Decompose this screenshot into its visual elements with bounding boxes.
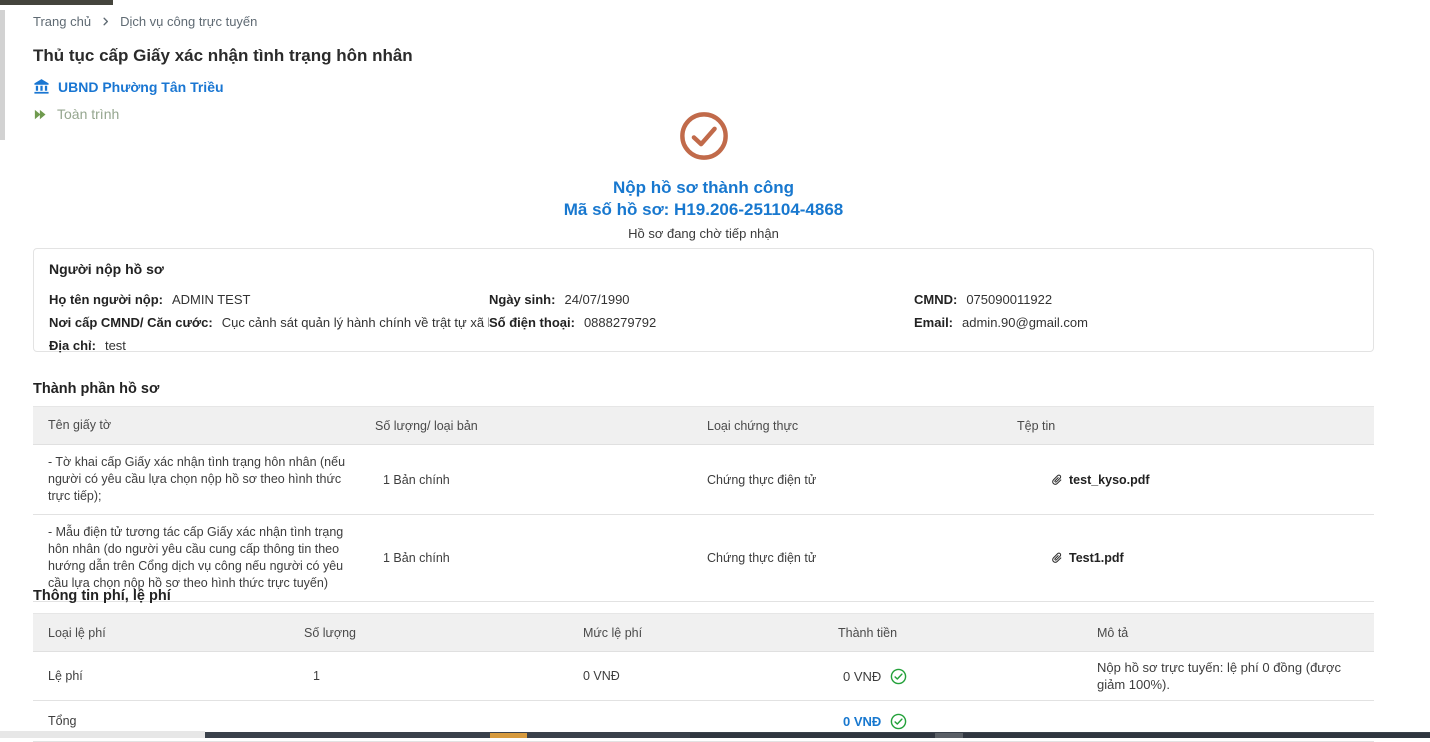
success-block: Nộp hồ sơ thành công Mã số hồ sơ: H19.20… [33,111,1374,241]
footer-strip-light [935,733,963,738]
col-certification: Loại chứng thực [675,407,1005,444]
col-document-name: Tên giấy tờ [33,407,370,444]
col-fee-description: Mô tả [1070,614,1374,651]
dossier-status: Hồ sơ đang chờ tiếp nhận [33,226,1374,241]
field-address: Địa chỉ:test [49,338,489,353]
fee-type: Lệ phí [33,652,290,700]
applicant-section-title: Người nộp hồ sơ [49,261,1358,277]
applicant-fields: Họ tên người nộp:ADMIN TEST Ngày sinh:24… [49,288,1358,357]
fees-section-title: Thông tin phí, lệ phí [33,588,171,604]
fee-quantity: 1 [290,652,560,700]
breadcrumb-home[interactable]: Trang chủ [33,14,91,29]
green-check-circle-icon [890,713,907,730]
success-title: Nộp hồ sơ thành công [33,177,1374,199]
dossier-code: Mã số hồ sơ: H19.206-251104-4868 [33,199,1374,221]
fee-rate: 0 VNĐ [560,652,820,700]
field-phone: Số điện thoại:0888279792 [489,315,914,330]
footer-strip-dark2 [690,733,1430,738]
fee-description: Nộp hồ sơ trực tuyến: lệ phí 0 đồng (đượ… [1070,652,1374,700]
agency-link[interactable]: UBND Phường Tân Triều [58,79,224,95]
documents-section-title: Thành phần hồ sơ [33,381,159,397]
chevron-right-icon [100,16,111,27]
file-link[interactable]: test_kyso.pdf [1050,473,1150,487]
screenshot-edge-artifact [0,0,113,5]
table-row: Lệ phí 1 0 VNĐ 0 VNĐ Nộp hồ sơ trực tuyế… [33,652,1374,701]
footer-strip [0,731,1430,738]
breadcrumb: Trang chủ Dịch vụ công trực tuyến [33,14,257,29]
col-fee-quantity: Số lượng [290,614,560,651]
applicant-info-box: Người nộp hồ sơ Họ tên người nộp:ADMIN T… [33,248,1374,352]
breadcrumb-current: Dịch vụ công trực tuyến [120,14,257,29]
table-row: - Mẫu điện tử tương tác cấp Giấy xác nhậ… [33,515,1374,602]
document-certification: Chứng thực điện tử [675,515,1005,601]
fee-amount: 0 VNĐ [843,669,881,684]
col-fee-amount: Thành tiền [820,614,1070,651]
col-fee-rate: Mức lệ phí [560,614,820,651]
left-edge-artifact [0,10,5,140]
field-email: Email:admin.90@gmail.com [914,315,1358,330]
page-root: Trang chủ Dịch vụ công trực tuyến Thủ tụ… [0,0,1430,738]
total-amount: 0 VNĐ [843,714,881,729]
fees-table: Loại lệ phí Số lượng Mức lệ phí Thành ti… [33,613,1374,742]
page-title: Thủ tục cấp Giấy xác nhận tình trạng hôn… [33,46,413,66]
paperclip-icon [1047,470,1067,490]
footer-strip-orange [490,733,527,738]
field-dob: Ngày sinh:24/07/1990 [489,292,914,307]
field-id-number: CMND:075090011922 [914,292,1358,307]
field-id-issuer: Nơi cấp CMND/ Căn cước:Cục cảnh sát quản… [49,315,489,330]
file-link[interactable]: Test1.pdf [1050,551,1124,565]
document-quantity: 1 Bản chính [370,515,675,601]
footer-strip-left [0,731,205,738]
col-fee-type: Loại lệ phí [33,614,290,651]
document-file-cell: Test1.pdf [1005,515,1374,601]
documents-table: Tên giấy tờ Số lượng/ loại bản Loại chứn… [33,406,1374,602]
fee-amount-cell: 0 VNĐ [820,652,1070,700]
col-quantity: Số lượng/ loại bản [370,407,675,444]
document-name: - Tờ khai cấp Giấy xác nhận tình trạng h… [33,445,370,514]
document-certification: Chứng thực điện tử [675,445,1005,514]
agency-row: UBND Phường Tân Triều [33,78,224,95]
documents-table-header: Tên giấy tờ Số lượng/ loại bản Loại chứn… [33,406,1374,445]
col-file: Tệp tin [1005,407,1374,444]
bank-icon [33,78,50,95]
paperclip-icon [1047,548,1067,568]
table-row: - Tờ khai cấp Giấy xác nhận tình trạng h… [33,445,1374,515]
success-check-circle-icon [679,111,729,166]
green-check-circle-icon [890,668,907,685]
document-file-cell: test_kyso.pdf [1005,445,1374,514]
document-quantity: 1 Bản chính [370,445,675,514]
fees-table-header: Loại lệ phí Số lượng Mức lệ phí Thành ti… [33,613,1374,652]
field-fullname: Họ tên người nộp:ADMIN TEST [49,292,489,307]
